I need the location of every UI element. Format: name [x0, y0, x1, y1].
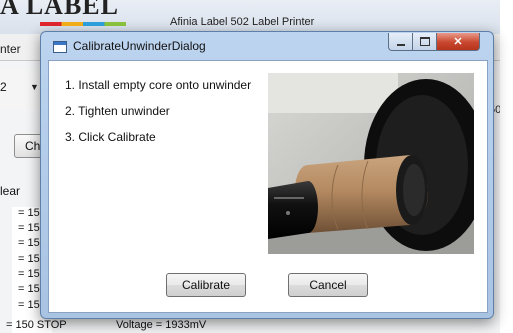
- unwinder-photo: [268, 73, 474, 254]
- menu-item-printer[interactable]: nter: [0, 42, 21, 56]
- afinia-logo: A LABEL: [0, 0, 119, 20]
- calibrate-button[interactable]: Calibrate: [166, 273, 246, 297]
- dialog-title: CalibrateUnwinderDialog: [73, 39, 206, 53]
- clear-log-button[interactable]: lear: [0, 184, 20, 198]
- app-title-bar: A LABEL Afinia Label 502 Label Printer: [0, 0, 500, 35]
- close-button[interactable]: ✕: [436, 33, 480, 51]
- log-line: = 15: [18, 207, 40, 219]
- voltage-readout: Voltage = 1933mV: [116, 319, 207, 331]
- app-title: Afinia Label 502 Label Printer: [170, 16, 315, 28]
- unwinder-photo-image: [268, 73, 474, 254]
- instruction-step-3: 3. Click Calibrate: [65, 130, 156, 144]
- minimize-button[interactable]: [388, 33, 413, 51]
- log-line: = 15: [18, 299, 40, 311]
- calibrate-unwinder-dialog: CalibrateUnwinderDialog ✕ 1. Install emp…: [40, 31, 494, 319]
- instruction-step-1: 1. Install empty core onto unwinder: [65, 78, 252, 92]
- log-line: = 15: [18, 268, 40, 280]
- cancel-button[interactable]: Cancel: [288, 273, 368, 297]
- printer-selector[interactable]: 2: [0, 80, 7, 94]
- dialog-title-bar[interactable]: CalibrateUnwinderDialog ✕: [41, 32, 493, 60]
- instruction-step-2: 2. Tighten unwinder: [65, 104, 170, 118]
- log-line-stop: = 150 STOP: [6, 319, 67, 331]
- log-line: = 15: [18, 222, 40, 234]
- log-line: = 15: [18, 283, 40, 295]
- maximize-button[interactable]: [412, 33, 437, 51]
- logo-color-stripe: [40, 22, 126, 26]
- log-line: = 15: [18, 237, 40, 249]
- dialog-content: 1. Install empty core onto unwinder 2. T…: [48, 60, 488, 313]
- chevron-down-icon[interactable]: ▼: [30, 82, 39, 92]
- window-edge: [500, 0, 513, 333]
- window-app-icon: [53, 41, 67, 53]
- log-line: = 15: [18, 253, 40, 265]
- minimize-icon: [396, 43, 405, 46]
- close-icon: ✕: [453, 36, 463, 48]
- maximize-icon: [419, 37, 430, 46]
